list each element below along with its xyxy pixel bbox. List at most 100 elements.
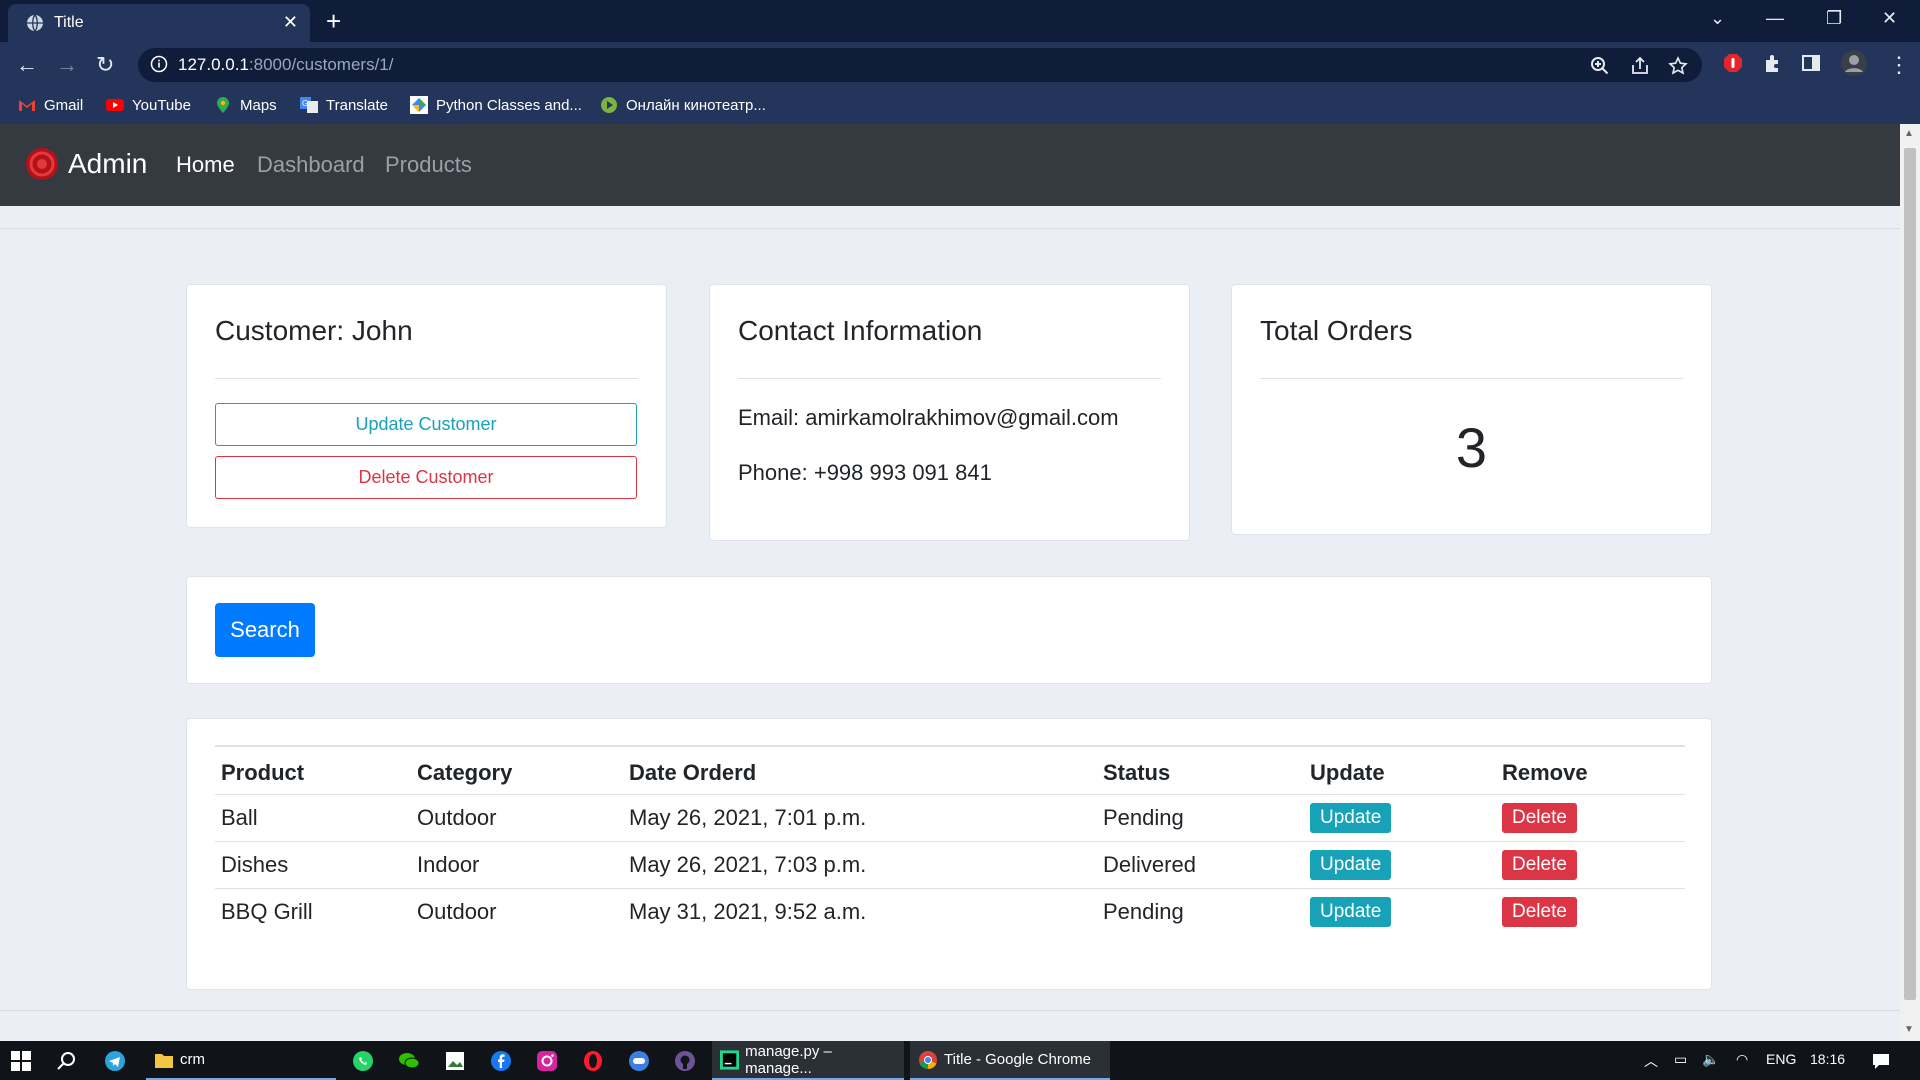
total-orders-count: 3 xyxy=(1455,416,1488,479)
instagram-icon[interactable] xyxy=(536,1050,558,1072)
extensions-icon[interactable] xyxy=(1762,52,1784,74)
facebook-icon[interactable] xyxy=(490,1050,512,1072)
cell-product: Ball xyxy=(215,793,411,841)
close-window-icon[interactable]: ✕ xyxy=(1882,8,1897,29)
nav-products[interactable]: Products xyxy=(385,152,472,178)
bookmarks-bar: Gmail YouTube Maps G Translate Python Cl… xyxy=(0,88,1920,124)
delete-order-button[interactable]: Delete xyxy=(1502,849,1577,880)
update-order-button[interactable]: Update xyxy=(1310,849,1392,880)
bookmark-gmail[interactable]: Gmail xyxy=(18,96,83,114)
browser-toolbar: ← → ↻ 127.0.0.1:8000/customers/1/ ⋮ xyxy=(0,42,1920,88)
cell-remove: Delete xyxy=(1496,887,1685,935)
orders-table: Product Category Date Orderd Status Upda… xyxy=(215,745,1685,935)
site-info-icon[interactable] xyxy=(150,55,168,73)
brand[interactable]: Admin xyxy=(24,146,147,182)
tab-title: Title xyxy=(54,14,84,31)
cell-status: Delivered xyxy=(1097,840,1304,888)
update-order-button[interactable]: Update xyxy=(1310,896,1392,927)
pycharm-icon xyxy=(720,1049,740,1070)
delete-customer-button[interactable]: Delete Customer xyxy=(215,456,637,499)
nav-dashboard[interactable]: Dashboard xyxy=(257,152,365,178)
scroll-up-icon[interactable]: ▲ xyxy=(1904,128,1914,139)
address-bar[interactable]: 127.0.0.1:8000/customers/1/ xyxy=(138,48,1702,82)
search-icon[interactable] xyxy=(56,1050,78,1072)
scroll-down-icon[interactable]: ▼ xyxy=(1904,1024,1914,1035)
tray-chevron-icon[interactable]: ︿ xyxy=(1644,1051,1658,1071)
footer-divider xyxy=(0,1010,1900,1011)
chrome-menu-icon[interactable]: ⋮ xyxy=(1888,52,1910,78)
forward-icon[interactable]: → xyxy=(56,52,78,78)
windows-start-icon[interactable] xyxy=(10,1050,32,1072)
maps-icon xyxy=(217,97,229,113)
back-icon[interactable]: ← xyxy=(16,52,38,78)
taskbar-chrome[interactable]: Title - Google Chrome xyxy=(910,1041,1110,1080)
restore-icon[interactable]: ❐ xyxy=(1826,8,1842,29)
chat-app-icon[interactable] xyxy=(628,1050,650,1072)
table-row: Dishes Indoor May 26, 2021, 7:03 p.m. De… xyxy=(215,840,1685,888)
browser-tab[interactable]: Title ✕ xyxy=(8,4,310,42)
nav-home[interactable]: Home xyxy=(176,152,235,178)
whatsapp-icon[interactable] xyxy=(352,1050,374,1072)
table-row: BBQ Grill Outdoor May 31, 2021, 9:52 a.m… xyxy=(215,887,1685,935)
cell-update: Update xyxy=(1304,793,1496,841)
taskbar: crm manage.py – manage... Title - Google… xyxy=(0,1041,1920,1080)
delete-order-button[interactable]: Delete xyxy=(1502,896,1577,927)
adblock-icon[interactable] xyxy=(1722,52,1744,74)
update-order-button[interactable]: Update xyxy=(1310,802,1392,833)
cell-product: BBQ Grill xyxy=(215,887,411,935)
taskbar-pycharm[interactable]: manage.py – manage... xyxy=(712,1041,904,1080)
telegram-icon[interactable] xyxy=(104,1050,126,1072)
search-button[interactable]: Search xyxy=(215,603,315,657)
header-product: Product xyxy=(221,760,305,786)
contact-title: Contact Information xyxy=(738,315,983,346)
table-header-row: Product Category Date Orderd Status Upda… xyxy=(215,746,1685,794)
wifi-icon[interactable]: ◠ xyxy=(1736,1051,1748,1068)
new-tab-icon[interactable]: + xyxy=(326,6,341,37)
language-indicator[interactable]: ENG xyxy=(1766,1051,1796,1067)
cell-update: Update xyxy=(1304,887,1496,935)
taskbar-folder-crm[interactable]: crm xyxy=(146,1041,336,1080)
cell-remove: Delete xyxy=(1496,840,1685,888)
brand-text: Admin xyxy=(68,148,148,179)
cell-category: Outdoor xyxy=(411,793,623,841)
side-panel-icon[interactable] xyxy=(1800,52,1822,74)
page-scrollbar[interactable]: ▲ ▼ xyxy=(1900,124,1920,1041)
cell-update: Update xyxy=(1304,840,1496,888)
browser-tabstrip: Title ✕ + ⌄ — ❐ ✕ xyxy=(0,0,1920,42)
tab-search-icon[interactable]: ⌄ xyxy=(1710,8,1725,29)
header-remove: Remove xyxy=(1502,760,1588,786)
cinema-icon xyxy=(601,97,617,113)
bookmark-youtube[interactable]: YouTube xyxy=(106,96,191,114)
volume-icon[interactable]: 🔈 xyxy=(1702,1051,1719,1068)
bookmark-translate[interactable]: G Translate xyxy=(300,96,388,114)
reload-icon[interactable]: ↻ xyxy=(96,52,114,78)
cell-date: May 31, 2021, 9:52 a.m. xyxy=(623,887,1097,935)
card-divider xyxy=(215,378,638,379)
svg-text:G: G xyxy=(302,99,308,108)
bookmark-star-icon[interactable] xyxy=(1668,56,1688,76)
clock[interactable]: 18:16 xyxy=(1810,1051,1845,1067)
battery-icon[interactable]: ▭ xyxy=(1674,1051,1687,1068)
zoom-icon[interactable] xyxy=(1590,56,1610,76)
youtube-icon xyxy=(106,99,124,111)
bookmark-python[interactable]: Python Classes and... xyxy=(410,96,582,114)
update-customer-button[interactable]: Update Customer xyxy=(215,403,637,446)
scroll-thumb[interactable] xyxy=(1904,148,1916,1000)
github-icon[interactable] xyxy=(674,1050,696,1072)
minimize-icon[interactable]: — xyxy=(1766,8,1784,29)
close-tab-icon[interactable]: ✕ xyxy=(283,12,298,33)
notifications-icon[interactable] xyxy=(1870,1050,1892,1072)
delete-order-button[interactable]: Delete xyxy=(1502,802,1577,833)
profile-avatar-icon[interactable] xyxy=(1840,49,1868,77)
photos-icon[interactable] xyxy=(444,1050,466,1072)
cell-remove: Delete xyxy=(1496,793,1685,841)
opera-icon[interactable] xyxy=(582,1050,604,1072)
app-navbar: Admin Home Dashboard Products xyxy=(0,124,1900,206)
bookmark-cinema[interactable]: Онлайн кинотеатр... xyxy=(600,96,766,114)
wechat-icon[interactable] xyxy=(398,1050,420,1072)
brand-logo-icon xyxy=(26,148,58,180)
customer-title: Customer: John xyxy=(215,315,413,346)
share-icon[interactable] xyxy=(1630,56,1650,76)
bookmark-maps[interactable]: Maps xyxy=(214,96,277,114)
table-row: Ball Outdoor May 26, 2021, 7:01 p.m. Pen… xyxy=(215,793,1685,841)
